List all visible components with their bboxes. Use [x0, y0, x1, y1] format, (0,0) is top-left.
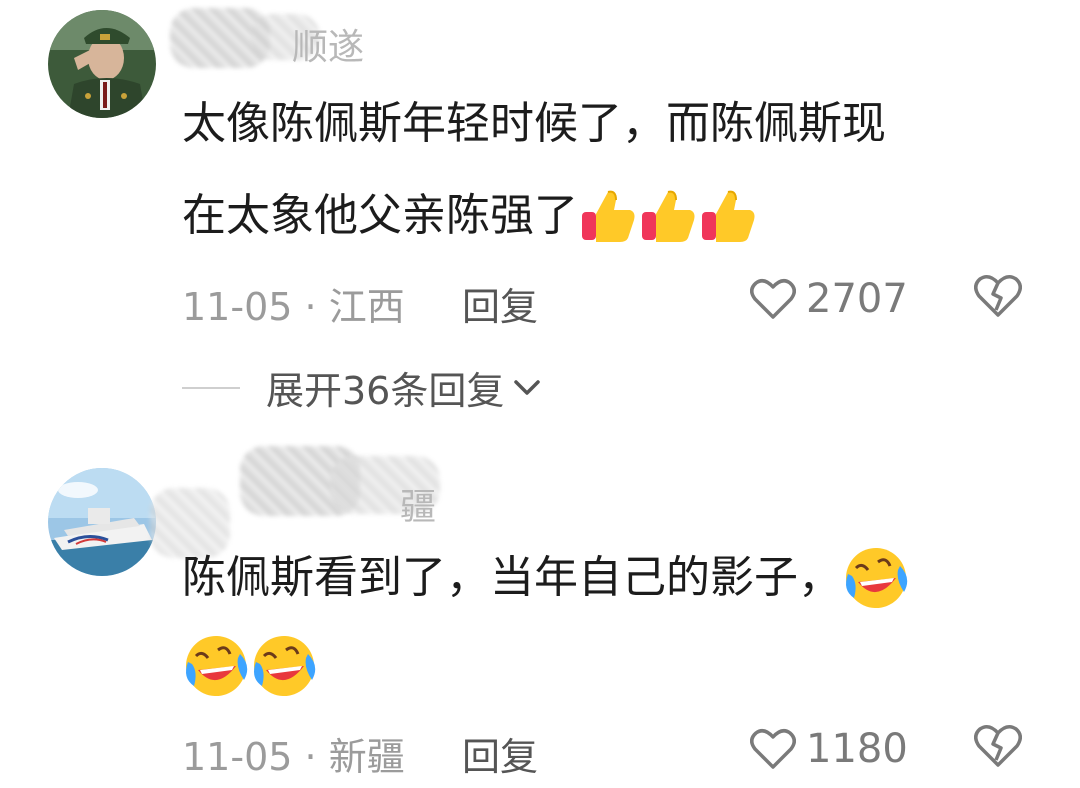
broken-heart-icon — [974, 725, 1022, 767]
avatar[interactable] — [48, 468, 156, 576]
broken-heart-icon — [974, 275, 1022, 317]
avatar[interactable] — [48, 10, 156, 118]
comment-date: 11-05 — [182, 735, 293, 779]
reply-button[interactable]: 回复 — [462, 726, 538, 781]
meta-separator: · — [304, 285, 329, 329]
comment-date: 11-05 — [182, 285, 293, 329]
reply-button[interactable]: 回复 — [462, 276, 538, 331]
dislike-button[interactable] — [974, 274, 1022, 322]
comment-section: 顺遂 太像陈佩斯年轻时候了，而陈佩斯现 在太象他父亲陈强了 11-05 · 江西… — [0, 0, 1080, 788]
comment-text-line: 在太象他父亲陈强了 — [182, 190, 578, 241]
expand-replies-button[interactable]: 展开36条回复 — [182, 360, 542, 415]
like-button[interactable]: 1180 — [750, 726, 908, 772]
comment-location: 江西 — [328, 285, 405, 329]
meta-separator: · — [304, 735, 329, 779]
laughing-crying-face-icon — [842, 544, 910, 612]
like-count: 1180 — [806, 726, 908, 772]
comment-text: 陈佩斯看到了，当年自己的影子， — [182, 532, 910, 622]
comment-meta: 11-05 · 江西 — [182, 276, 405, 331]
heart-icon — [750, 729, 796, 769]
like-button[interactable]: 2707 — [750, 276, 908, 322]
thumbs-up-icon — [698, 186, 758, 246]
divider — [182, 386, 240, 389]
comment-location: 新疆 — [328, 735, 405, 779]
chevron-down-icon — [514, 379, 541, 395]
comment-text-line: 陈佩斯看到了，当年自己的影子， — [182, 552, 842, 603]
comment-meta: 11-05 · 新疆 — [182, 726, 405, 781]
username[interactable]: 顺遂 — [292, 18, 364, 70]
thumbs-up-icon — [578, 186, 638, 246]
heart-icon — [750, 279, 796, 319]
comment-text: 太像陈佩斯年轻时候了，而陈佩斯现 — [182, 98, 886, 149]
dislike-button[interactable] — [974, 724, 1022, 772]
thumbs-up-icon — [638, 186, 698, 246]
laughing-crying-face-icon — [250, 632, 318, 700]
username[interactable]: 疆 — [400, 478, 436, 530]
expand-replies-label: 展开36条回复 — [266, 369, 505, 413]
laughing-crying-face-icon — [182, 632, 250, 700]
like-count: 2707 — [806, 276, 908, 322]
comment-text — [182, 620, 318, 708]
comment-text: 在太象他父亲陈强了 — [182, 170, 758, 260]
